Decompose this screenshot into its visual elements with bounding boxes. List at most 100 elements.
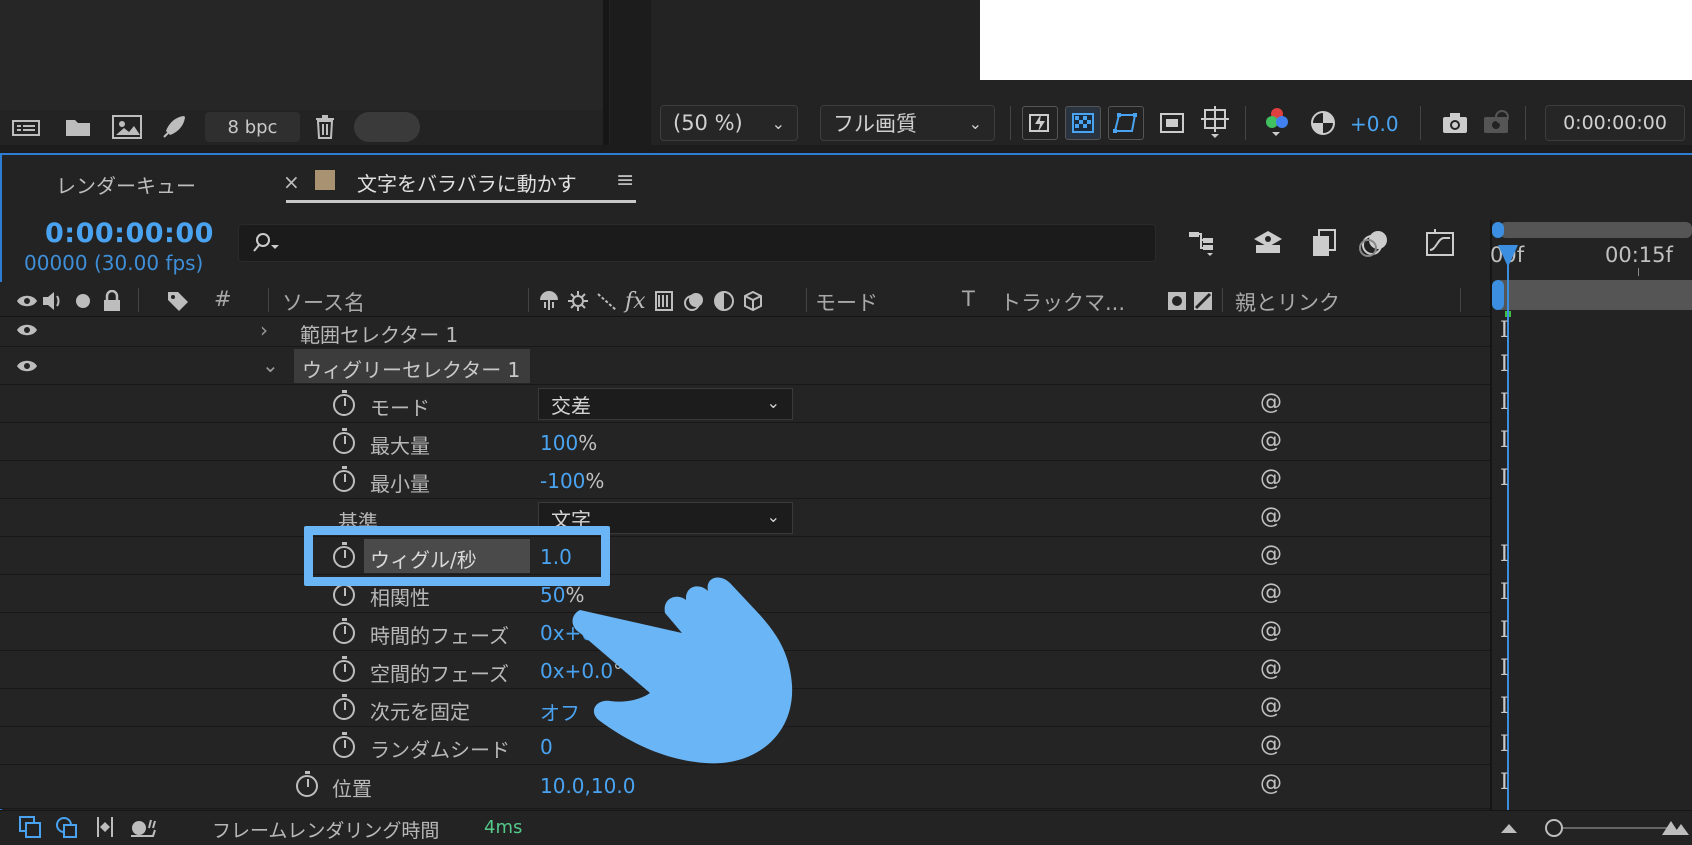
column-preserve-transparency[interactable]: T (962, 287, 975, 311)
effects-fx-icon[interactable]: fx (625, 289, 646, 314)
exposure-value[interactable]: +0.0 (1350, 112, 1399, 136)
stopwatch-icon[interactable] (333, 466, 355, 492)
mask-visibility-icon[interactable] (1108, 106, 1144, 140)
visibility-eye-icon[interactable] (14, 321, 40, 339)
visibility-eye-icon[interactable] (14, 357, 40, 375)
transfer-controls-toggle-icon[interactable] (52, 814, 80, 840)
new-folder-icon[interactable] (62, 113, 94, 141)
value-number[interactable]: 10.0,10.0 (540, 774, 635, 798)
solo-dot-icon[interactable] (72, 290, 94, 312)
graph-editor-icon[interactable] (1422, 226, 1458, 260)
expression-pickwhip-icon[interactable]: @ (1260, 504, 1282, 529)
keyframe-marker[interactable]: I (1500, 770, 1509, 795)
fast-preview-icon[interactable] (1022, 106, 1058, 140)
expression-pickwhip-icon[interactable]: @ (1260, 656, 1282, 681)
motion-blur-icon[interactable] (1356, 226, 1392, 260)
property-value[interactable]: 10.0,10.0 (540, 774, 635, 798)
search-input[interactable] (238, 224, 1156, 262)
expression-pickwhip-icon[interactable]: @ (1260, 771, 1282, 796)
current-time[interactable]: 0:00:00:00 (45, 218, 214, 249)
audio-speaker-icon[interactable] (40, 289, 66, 313)
time-navigator-bar[interactable] (1500, 222, 1692, 238)
3d-layer-cube-icon[interactable] (742, 290, 764, 312)
keyframe-marker[interactable]: I (1500, 618, 1509, 643)
render-rocket-icon[interactable] (158, 112, 190, 142)
lock-icon[interactable] (100, 288, 124, 314)
column-parent-link[interactable]: 親とリンク (1235, 287, 1340, 317)
keyframe-marker[interactable]: I (1500, 656, 1509, 681)
column-track-matte[interactable]: トラックマ... (1000, 287, 1125, 317)
matte-alpha-icon[interactable] (1166, 290, 1188, 312)
property-row-based-on[interactable]: 基準 文字 ⌄ @ (0, 499, 1490, 537)
label-tag-icon[interactable] (164, 288, 192, 314)
interpret-footage-icon[interactable] (10, 113, 44, 141)
draft-3d-icon[interactable] (1250, 226, 1286, 260)
value-number[interactable]: 0 (540, 735, 553, 759)
zoom-out-mountain-icon[interactable] (1498, 818, 1520, 838)
stopwatch-icon[interactable] (296, 771, 318, 797)
property-row-position[interactable]: 位置 10.0,10.0 @ (0, 765, 1490, 809)
column-mode[interactable]: モード (815, 287, 878, 317)
mode-dropdown[interactable]: 交差 ⌄ (538, 388, 793, 420)
expand-arrow-icon[interactable]: › (260, 318, 268, 342)
grid-guides-icon[interactable] (1198, 104, 1234, 142)
render-time-snail-icon[interactable] (128, 814, 158, 840)
composition-canvas[interactable] (980, 0, 1692, 80)
property-value[interactable]: 0 (540, 735, 553, 759)
bit-depth-button[interactable]: 8 bpc (205, 112, 300, 142)
matte-invert-icon[interactable] (1192, 290, 1214, 312)
panel-menu-icon[interactable]: ≡ (616, 168, 634, 193)
current-time-indicator[interactable] (1498, 245, 1518, 267)
stopwatch-icon[interactable] (333, 580, 355, 606)
keyframe-marker[interactable]: I (1500, 318, 1509, 343)
property-value[interactable]: -100% (540, 469, 604, 493)
value-number[interactable]: 100 (540, 431, 578, 455)
keyframe-marker[interactable]: I (1500, 352, 1509, 377)
zoom-slider-thumb[interactable] (1545, 819, 1563, 837)
property-row-wiggly-selector[interactable]: ⌄ ウィグリーセレクター 1 (0, 347, 1490, 385)
expression-pickwhip-icon[interactable]: @ (1260, 694, 1282, 719)
tab-render-queue[interactable]: レンダーキュー (56, 170, 196, 199)
expression-pickwhip-icon[interactable]: @ (1260, 618, 1282, 643)
new-composition-icon[interactable] (109, 112, 145, 142)
adjustment-layer-icon[interactable] (713, 290, 735, 312)
frame-blending-icon[interactable] (1306, 226, 1342, 260)
expression-pickwhip-icon[interactable]: @ (1260, 390, 1282, 415)
collapse-arrow-icon[interactable]: ⌄ (262, 353, 279, 377)
shy-icon[interactable] (538, 290, 560, 312)
snapshot-camera-icon[interactable] (1438, 108, 1472, 138)
current-time-display[interactable]: 0:00:00:00 (1545, 105, 1685, 141)
keyframe-marker[interactable]: I (1500, 390, 1509, 415)
expression-pickwhip-icon[interactable]: @ (1260, 428, 1282, 453)
stopwatch-icon[interactable] (333, 428, 355, 454)
property-row-wiggles-per-second[interactable]: ウィグル/秒 1.0 @ (0, 537, 1490, 575)
show-snapshot-icon[interactable] (1480, 106, 1514, 140)
value-number[interactable]: 50 (540, 583, 565, 607)
time-navigator-start-handle[interactable] (1492, 222, 1504, 238)
property-value[interactable]: 100% (540, 431, 597, 455)
toggle-pill[interactable] (354, 112, 420, 142)
property-row-max-amount[interactable]: 最大量 100% @ (0, 423, 1490, 461)
layer-switches-toggle-icon[interactable] (16, 814, 44, 840)
stopwatch-icon[interactable] (333, 618, 355, 644)
stopwatch-icon[interactable] (333, 732, 355, 758)
column-layer-number[interactable]: # (214, 287, 232, 311)
keyframe-marker[interactable]: I (1500, 428, 1509, 453)
work-area-bar[interactable] (1500, 280, 1692, 310)
stopwatch-icon[interactable] (333, 390, 355, 416)
rgb-channels-icon[interactable] (1260, 104, 1294, 140)
zoom-dropdown[interactable]: (50 %) ⌄ (660, 105, 798, 141)
zoom-slider-track[interactable] (1545, 827, 1675, 829)
expression-pickwhip-icon[interactable]: @ (1260, 580, 1282, 605)
frame-blend-icon[interactable] (653, 290, 675, 312)
work-area-start-handle[interactable] (1492, 280, 1504, 310)
expression-pickwhip-icon[interactable]: @ (1260, 732, 1282, 757)
composition-flowchart-icon[interactable] (1185, 226, 1221, 260)
trash-icon[interactable] (310, 112, 340, 142)
tab-close-button[interactable]: × (283, 170, 300, 194)
property-row-mode[interactable]: モード 交差 ⌄ @ (0, 385, 1490, 423)
column-source-name[interactable]: ソース名 (282, 287, 365, 317)
property-row-min-amount[interactable]: 最小量 -100% @ (0, 461, 1490, 499)
video-switch-eye-icon[interactable] (14, 290, 40, 312)
collapse-sun-icon[interactable] (567, 290, 589, 312)
